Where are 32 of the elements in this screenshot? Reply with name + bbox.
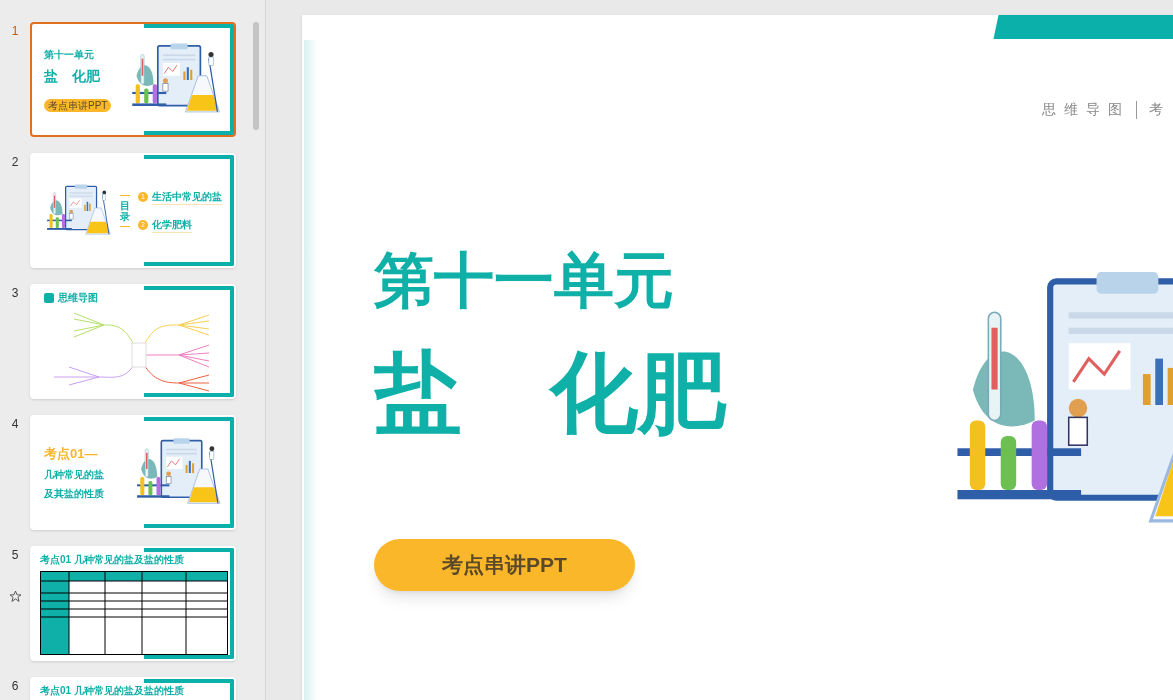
thumbnail-pill: 考点串讲PPT <box>44 99 112 112</box>
slide-subtitle: 盐 化肥 <box>374 343 726 443</box>
section-text: 及其盐的性质 <box>44 487 105 502</box>
thumbnail-title: 第十一单元 <box>44 48 95 62</box>
slide-thumbnail[interactable]: 考点01 几种常见的盐及盐的性质 <box>30 677 236 700</box>
thumbnail-subtitle: 盐 化肥 <box>44 67 101 86</box>
slide-thumbnail[interactable]: 第十一单元 盐 化肥 考点串讲PPT <box>30 22 236 137</box>
slide-number: 4 <box>11 416 19 433</box>
pill-button[interactable]: 考点串讲PPT <box>374 539 635 591</box>
slide-thumbnail[interactable]: 思维导图 <box>30 284 236 399</box>
slide-number: 6 <box>11 678 19 695</box>
star-icon[interactable] <box>8 590 22 603</box>
nav-text: 思 维 导 图 <box>1042 100 1124 119</box>
slide-thumbnail[interactable]: 考点01— 几种常见的盐 及其盐的性质 <box>30 415 236 530</box>
mindmap-heading: 思维导图 <box>58 291 98 305</box>
mindmap-icon <box>44 292 54 303</box>
contents-heading: 目录 <box>120 194 130 227</box>
slide-number: 3 <box>11 285 19 302</box>
scrollbar-thumb[interactable] <box>253 22 259 130</box>
slide-number: 5 <box>11 547 19 564</box>
nav-divider <box>1135 100 1137 119</box>
section-text: 几种常见的盐 <box>44 468 105 483</box>
contents-item: 化学肥料 <box>152 216 192 233</box>
slide-thumbnail[interactable]: 考点01 几种常见的盐及盐的性质 <box>30 546 236 661</box>
contents-item: 生活中常见的盐 <box>152 188 222 205</box>
slide-number: 1 <box>11 23 19 40</box>
slide-title: 第十一单元 <box>374 246 675 316</box>
section-label: 考点01— <box>44 444 99 463</box>
slide-number: 2 <box>11 154 19 171</box>
nav-text: 考 <box>1148 100 1163 119</box>
thumbnail-heading: 考点01 几种常见的盐及盐的性质 <box>40 684 185 698</box>
thumbnail-heading: 考点01 几种常见的盐及盐的性质 <box>40 553 185 567</box>
